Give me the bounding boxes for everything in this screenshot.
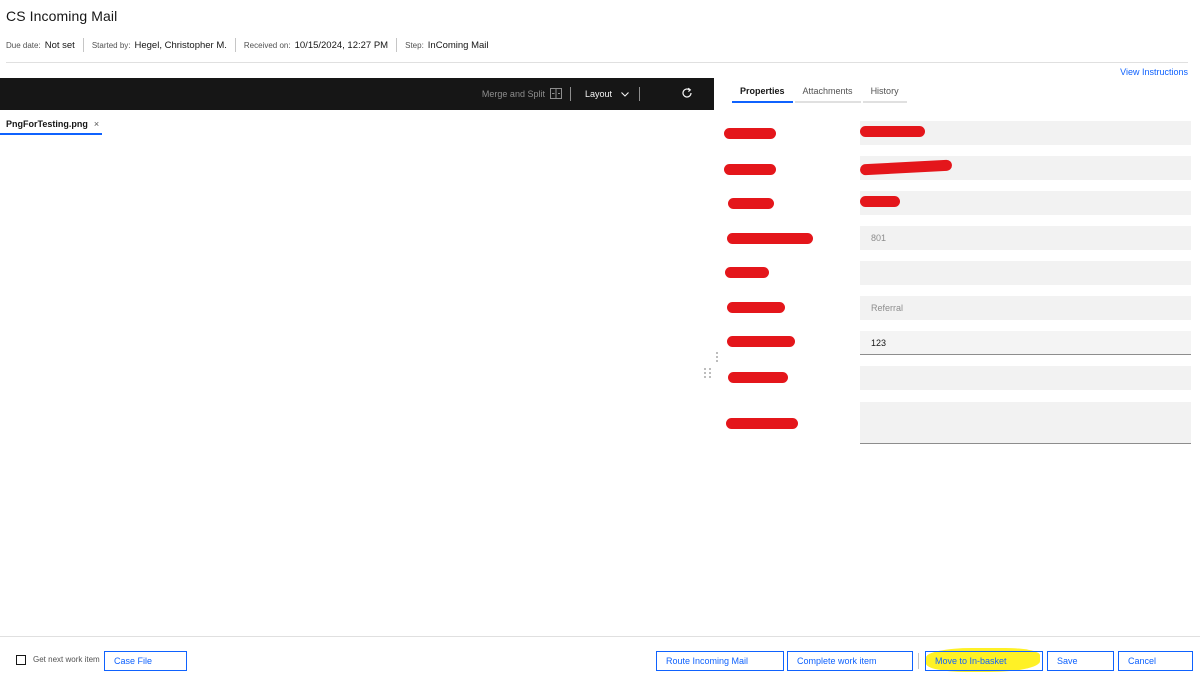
meta-label: Step:	[405, 40, 424, 50]
layout-label: Layout	[584, 89, 612, 99]
meta-value: 10/15/2024, 12:27 PM	[294, 39, 389, 51]
redacted-field-label	[727, 336, 795, 347]
refresh-button[interactable]	[666, 78, 708, 110]
close-icon[interactable]: ×	[94, 119, 99, 129]
viewer-toolbar: Merge and Split Layout	[0, 78, 714, 110]
meta-value: InComing Mail	[427, 39, 489, 51]
complete-work-item-button[interactable]: Complete work item	[787, 651, 913, 671]
case-file-button[interactable]: Case File	[104, 651, 187, 671]
redacted-field-label	[726, 418, 798, 429]
save-button[interactable]: Save	[1047, 651, 1114, 671]
footer-separator	[918, 653, 919, 669]
work-item-meta: Due date: Not set Started by: Hegel, Chr…	[6, 38, 497, 52]
property-field[interactable]: Referral	[860, 296, 1191, 320]
property-textarea[interactable]	[860, 402, 1191, 444]
merge-split-label: Merge and Split	[481, 89, 545, 99]
property-field[interactable]	[860, 261, 1191, 285]
splitter-handle-icon[interactable]	[716, 352, 718, 362]
meta-label: Due date:	[6, 40, 41, 50]
get-next-label: Get next work item	[33, 655, 100, 664]
route-incoming-mail-button[interactable]: Route Incoming Mail	[656, 651, 784, 671]
get-next-checkbox[interactable]	[16, 655, 26, 665]
tab-properties[interactable]: Properties	[732, 81, 793, 103]
drag-handle-icon[interactable]	[704, 368, 711, 378]
redacted-field-label	[727, 302, 785, 313]
redacted-field-value	[860, 126, 925, 137]
meta-label: Started by:	[91, 40, 131, 50]
property-field[interactable]: 801	[860, 226, 1191, 250]
footer-divider	[0, 636, 1200, 637]
merge-split-icon	[549, 87, 562, 101]
toolbar-divider	[639, 87, 640, 101]
property-field[interactable]: 123	[860, 331, 1191, 355]
property-field[interactable]	[860, 366, 1191, 390]
move-to-inbasket-button[interactable]: Move to In-basket	[925, 651, 1043, 671]
tab-history[interactable]: History	[862, 81, 907, 103]
redacted-field-label	[725, 267, 769, 278]
redacted-field-label	[727, 233, 813, 244]
cancel-button[interactable]: Cancel	[1118, 651, 1193, 671]
meta-value: Hegel, Christopher M.	[134, 39, 227, 51]
redacted-field-label	[724, 128, 776, 139]
meta-started-by: Started by: Hegel, Christopher M.	[84, 38, 236, 52]
merge-split-button[interactable]: Merge and Split	[474, 78, 570, 110]
meta-due-date: Due date: Not set	[6, 38, 84, 52]
redacted-field-label	[728, 198, 774, 209]
layout-dropdown[interactable]: Layout	[571, 78, 639, 110]
redacted-field-label	[728, 372, 788, 383]
meta-step: Step: InComing Mail	[397, 38, 496, 52]
meta-value: Not set	[44, 39, 75, 51]
meta-label: Received on:	[243, 40, 291, 50]
refresh-icon	[681, 87, 693, 102]
properties-tabs: Properties Attachments History	[732, 81, 909, 103]
meta-received-on: Received on: 10/15/2024, 12:27 PM	[236, 38, 398, 52]
document-tab-label: PngForTesting.png	[6, 119, 88, 129]
document-tab[interactable]: PngForTesting.png ×	[0, 115, 102, 135]
view-instructions-link[interactable]: View Instructions	[1120, 67, 1188, 77]
redacted-field-value	[860, 196, 900, 207]
header-divider	[6, 62, 1188, 63]
property-field[interactable]	[860, 191, 1191, 215]
tab-attachments[interactable]: Attachments	[794, 81, 861, 103]
redacted-field-label	[724, 164, 776, 175]
chevron-down-icon	[621, 89, 629, 99]
page-title: CS Incoming Mail	[6, 8, 118, 24]
